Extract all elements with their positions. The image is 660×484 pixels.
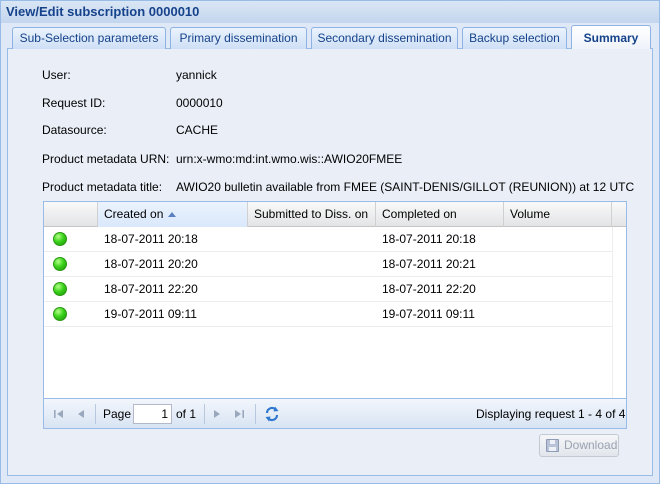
metadata-urn-label: Product metadata URN:	[42, 152, 170, 166]
page-label: Page	[103, 407, 132, 421]
tab-strip: Sub-Selection parameters Primary dissemi…	[7, 25, 653, 50]
column-header-status[interactable]	[44, 202, 98, 227]
request-id-label: Request ID:	[42, 96, 106, 110]
grid-header: Created on Submitted to Diss. on Complet…	[44, 202, 626, 227]
status-green-icon	[53, 307, 67, 321]
datasource-label: Datasource:	[42, 123, 107, 137]
sort-ascending-icon	[168, 212, 177, 218]
download-label: Download	[564, 438, 618, 452]
requests-grid: Created on Submitted to Diss. on Complet…	[43, 201, 627, 429]
created-on-cell: 18-07-2011 20:20	[104, 257, 198, 271]
tab-sub-selection-parameters[interactable]: Sub-Selection parameters	[12, 27, 166, 49]
column-header-created-on[interactable]: Created on	[98, 202, 248, 227]
column-header-created-on-label: Created on	[104, 207, 164, 221]
submitted-cell	[248, 252, 254, 276]
completed-on-cell: 18-07-2011 20:18	[382, 232, 476, 246]
request-id-value: 0000010	[176, 96, 223, 110]
completed-on-cell: 18-07-2011 20:21	[382, 257, 476, 271]
pager-separator	[204, 404, 205, 424]
submitted-cell	[248, 277, 254, 301]
column-header-completed-on[interactable]: Completed on	[376, 202, 504, 227]
table-row[interactable]: 18-07-2011 20:20 18-07-2011 20:21	[44, 252, 612, 277]
user-label: User:	[42, 68, 71, 82]
pager-separator	[95, 404, 96, 424]
user-value: yannick	[176, 68, 217, 82]
created-on-cell: 18-07-2011 20:18	[104, 232, 198, 246]
tab-primary-dissemination[interactable]: Primary dissemination	[170, 27, 307, 49]
status-green-icon	[53, 282, 67, 296]
download-button[interactable]: Download	[539, 434, 619, 457]
status-green-icon	[53, 232, 67, 246]
summary-panel: User: yannick Request ID: 0000010 Dataso…	[7, 49, 653, 476]
metadata-urn-value: urn:x-wmo:md:int.wmo.wis::AWIO20FMEE	[176, 152, 403, 166]
last-page-icon[interactable]	[232, 407, 246, 421]
tab-summary[interactable]: Summary	[571, 25, 651, 50]
pager-separator	[255, 404, 256, 424]
tab-secondary-dissemination[interactable]: Secondary dissemination	[311, 27, 458, 49]
save-disk-icon	[546, 439, 559, 452]
table-row[interactable]: 18-07-2011 22:20 18-07-2011 22:20	[44, 277, 612, 302]
next-page-icon[interactable]	[210, 407, 224, 421]
created-on-cell: 19-07-2011 09:11	[104, 307, 197, 321]
volume-cell	[504, 252, 510, 276]
volume-cell	[504, 227, 510, 251]
subscription-window: View/Edit subscription 0000010 Sub-Selec…	[0, 0, 660, 484]
window-title: View/Edit subscription 0000010	[1, 1, 659, 23]
metadata-title-value: AWIO20 bulletin available from FMEE (SAI…	[176, 180, 635, 194]
refresh-icon[interactable]	[263, 405, 281, 423]
volume-cell	[504, 302, 510, 326]
table-row[interactable]: 19-07-2011 09:11 19-07-2011 09:11	[44, 302, 612, 327]
tab-backup-selection[interactable]: Backup selection	[462, 27, 567, 49]
volume-cell	[504, 277, 510, 301]
metadata-title-label: Product metadata title:	[42, 180, 163, 194]
submitted-cell	[248, 227, 254, 251]
column-header-volume[interactable]: Volume	[504, 202, 612, 227]
page-number-input[interactable]	[133, 404, 172, 424]
page-count-label: of 1	[176, 407, 197, 421]
datasource-value: CACHE	[176, 123, 219, 137]
paging-status: Displaying request 1 - 4 of 4	[476, 407, 626, 421]
grid-scrollbar-area	[612, 227, 626, 407]
status-green-icon	[53, 257, 67, 271]
submitted-cell	[248, 302, 254, 326]
column-header-submitted[interactable]: Submitted to Diss. on	[248, 202, 376, 227]
created-on-cell: 18-07-2011 22:20	[104, 282, 198, 296]
paging-toolbar: Page of 1	[44, 398, 626, 428]
first-page-icon[interactable]	[52, 407, 66, 421]
completed-on-cell: 18-07-2011 22:20	[382, 282, 476, 296]
prev-page-icon[interactable]	[74, 407, 88, 421]
table-row[interactable]: 18-07-2011 20:18 18-07-2011 20:18	[44, 227, 612, 252]
completed-on-cell: 19-07-2011 09:11	[382, 307, 475, 321]
